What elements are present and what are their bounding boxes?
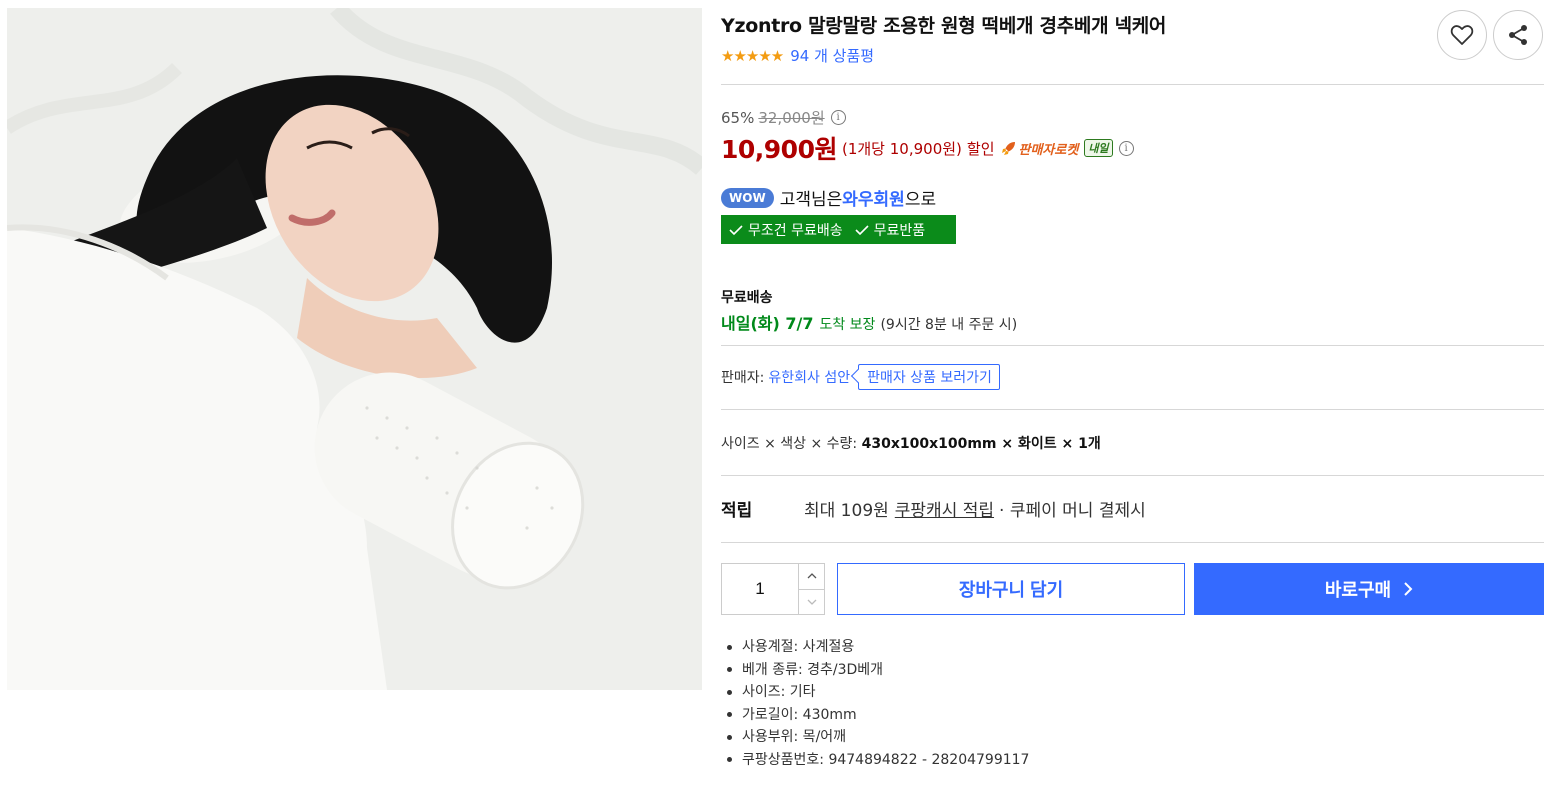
wow-highlight: 와우회원 (842, 190, 905, 210)
coupang-cash-link[interactable]: 쿠팡캐시 적립 (895, 496, 994, 521)
review-count-link[interactable]: 94 개 상품평 (790, 45, 874, 66)
benefit-label: 무료반품 (873, 222, 926, 239)
reward-amount: 최대 109원 (804, 501, 889, 521)
spec-item: 가로길이: 430mm (721, 704, 1029, 727)
seller-rocket-badge: 판매자로켓 (1001, 139, 1079, 158)
option-value: 430x100x100mm × 화이트 × 1개 (861, 436, 1101, 452)
divider (721, 475, 1544, 476)
divider (721, 84, 1544, 85)
add-to-cart-label: 장바구니 담기 (958, 580, 1064, 600)
benefit-free-shipping: 무조건 무료배송 (729, 220, 849, 240)
add-to-cart-button[interactable]: 장바구니 담기 (837, 563, 1185, 615)
sale-price: 10,900원 (721, 135, 837, 164)
rating-row[interactable]: ★★★★★ 94 개 상품평 (721, 45, 874, 66)
benefit-free-return: 무료반품 (855, 220, 932, 240)
discount-row: 65% 32,000원 i (721, 107, 846, 128)
wow-badge: WOW (721, 187, 774, 208)
quantity-decrease-button[interactable] (799, 588, 824, 615)
product-photo (7, 8, 702, 690)
seller-row: 판매자: 유한회사 섬안 판매자 상품 보러가기 (721, 364, 1000, 390)
seller-name-link[interactable]: 유한회사 섬안 (768, 367, 850, 387)
divider (721, 409, 1544, 410)
quantity-increase-button[interactable] (799, 564, 824, 589)
rocket-info-icon[interactable]: i (1118, 140, 1134, 156)
spec-item: 사용계절: 사계절용 (721, 636, 1029, 659)
delivery-guarantee: 도착 보장 (819, 317, 876, 333)
divider (721, 542, 1544, 543)
rocket-icon (1001, 142, 1015, 155)
tomorrow-badge: 내일 (1084, 139, 1113, 157)
free-benefit-bar: 무조건 무료배송 무료반품 (721, 215, 956, 244)
spec-item: 사용부위: 목/어깨 (721, 726, 1029, 749)
heart-icon (1450, 25, 1474, 45)
price-row: 10,900원 (1개당 10,900원) 할인 판매자로켓 내일 i (721, 130, 1134, 166)
delivery-estimate: 내일(화) 7/7 도착 보장 (9시간 8분 내 주문 시) (721, 310, 1017, 334)
shipping-title: 무료배송 (721, 290, 773, 306)
star-rating: ★★★★★ (721, 46, 784, 65)
spec-item: 사이즈: 기타 (721, 681, 1029, 704)
discount-label: 할인 (966, 139, 995, 158)
product-info-panel: Yzontro 말랑말랑 조용한 원형 떡베개 경추베개 넥케어 ★★★★★ 9… (721, 0, 1544, 785)
product-title: Yzontro 말랑말랑 조용한 원형 떡베개 경추베개 넥케어 (721, 15, 1167, 37)
buy-now-label: 바로구매 (1324, 580, 1392, 600)
share-icon (1509, 25, 1527, 45)
wow-membership-row: WOW 고객님은 와우회원 으로 (721, 185, 936, 210)
product-image[interactable] (7, 8, 702, 690)
reward-label: 적립 (721, 501, 753, 521)
wow-suffix: 으로 (904, 190, 937, 210)
delivery-date: 내일(화) 7/7 (721, 314, 814, 333)
check-icon (729, 224, 743, 235)
wishlist-button[interactable] (1437, 10, 1487, 60)
unit-price: (1개당 10,900원) (841, 139, 962, 158)
spec-item: 쿠팡상품번호: 9474894822 - 28204799117 (721, 749, 1029, 772)
reward-row: 적립 최대 109원 쿠팡캐시 적립 · 쿠페이 머니 결제시 (721, 496, 1146, 521)
original-price: 32,000원 (758, 109, 825, 127)
chevron-right-icon (1404, 582, 1413, 596)
reward-condition: · 쿠페이 머니 결제시 (999, 501, 1146, 521)
seller-products-link[interactable]: 판매자 상품 보러가기 (858, 364, 1000, 390)
quantity-steppers (798, 564, 824, 614)
chevron-down-icon (807, 599, 816, 605)
rocket-label: 판매자로켓 (1018, 142, 1079, 158)
divider (721, 345, 1544, 346)
discount-rate: 65% (721, 108, 755, 127)
check-icon (855, 224, 869, 235)
price-info-icon[interactable]: i (830, 110, 846, 125)
share-button[interactable] (1493, 10, 1543, 60)
quantity-stepper (721, 563, 825, 615)
spec-list: 사용계절: 사계절용 베개 종류: 경추/3D베개 사이즈: 기타 가로길이: … (721, 636, 1029, 771)
delivery-note: (9시간 8분 내 주문 시) (880, 317, 1018, 333)
wow-prefix: 고객님은 (779, 190, 843, 210)
option-label: 사이즈 × 색상 × 수량: (721, 436, 858, 452)
quantity-input[interactable] (722, 564, 798, 614)
benefit-label: 무조건 무료배송 (748, 222, 843, 239)
buy-now-button[interactable]: 바로구매 (1194, 563, 1544, 615)
selected-option: 사이즈 × 색상 × 수량: 430x100x100mm × 화이트 × 1개 (721, 433, 1101, 453)
seller-label: 판매자: (721, 370, 765, 386)
spec-item: 베개 종류: 경추/3D베개 (721, 659, 1029, 682)
chevron-up-icon (807, 573, 816, 579)
